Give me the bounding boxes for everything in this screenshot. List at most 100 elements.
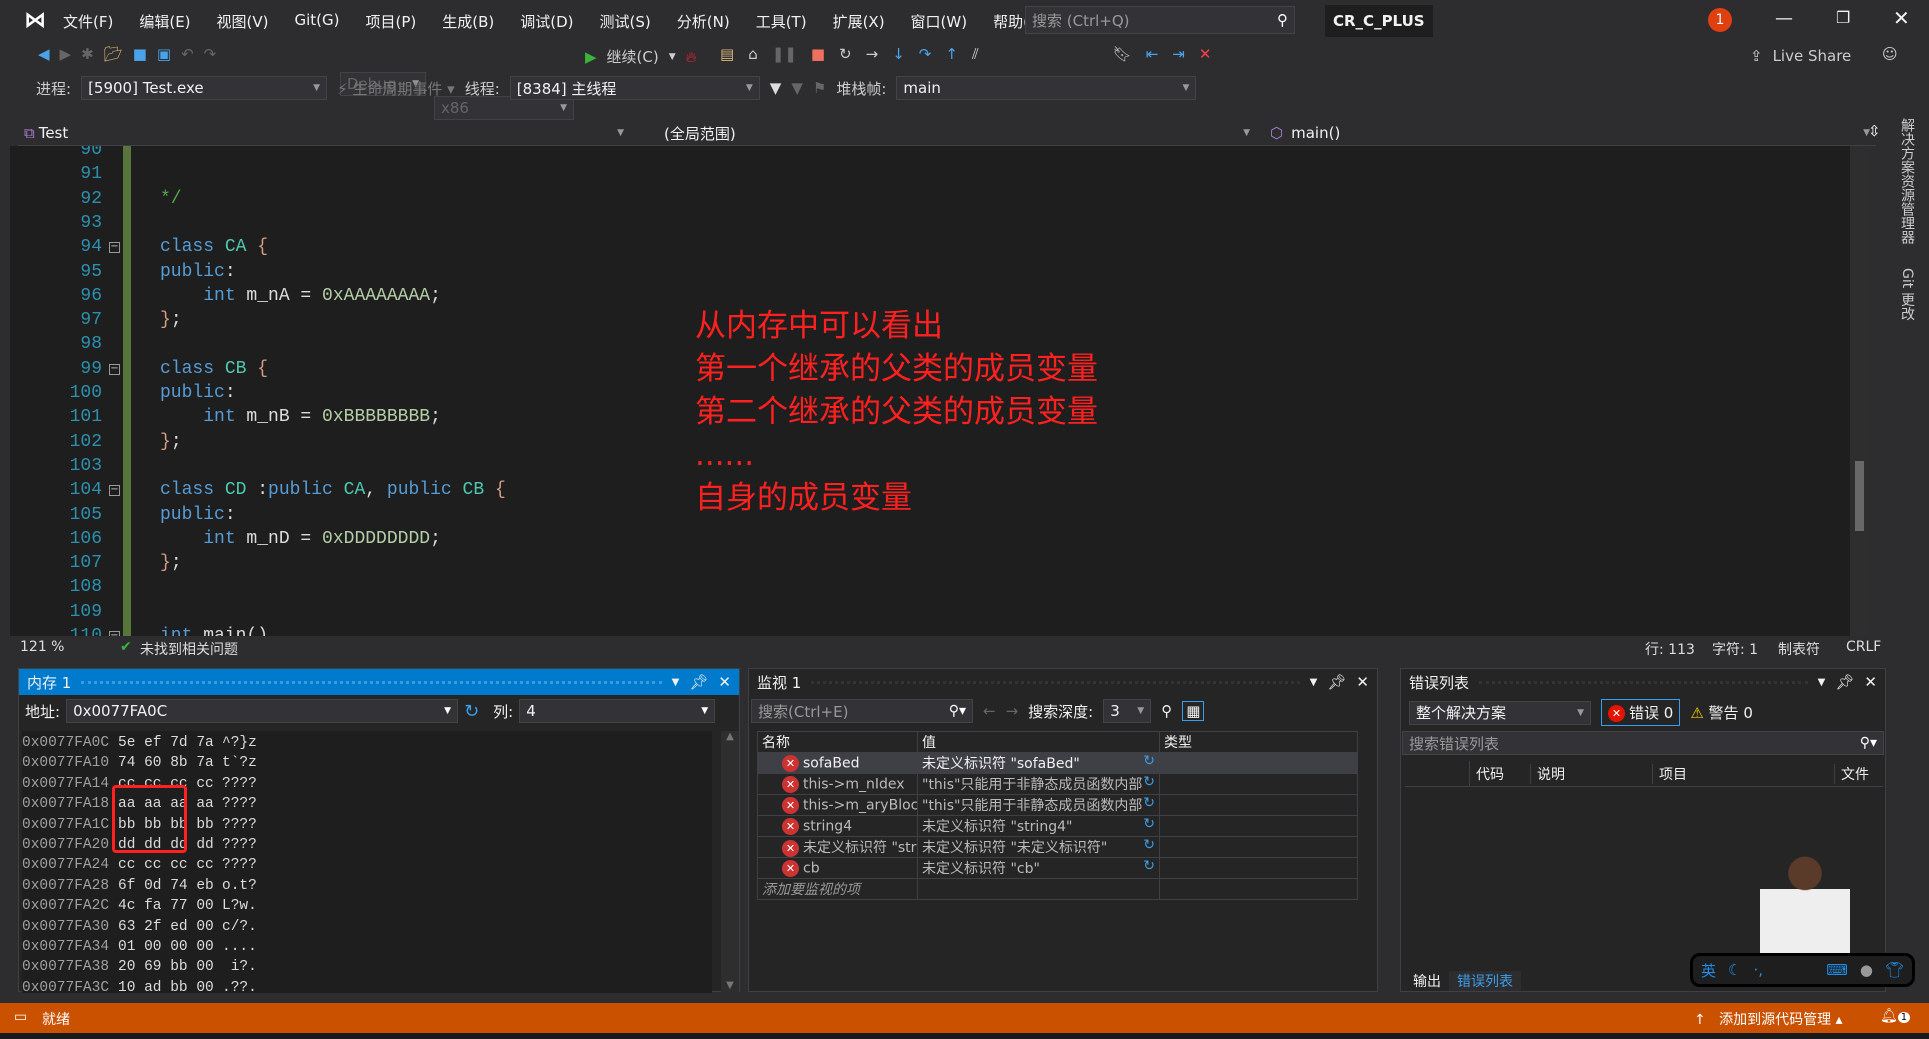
menu-file[interactable]: 文件(F) [63, 11, 113, 32]
new-project-icon[interactable]: ✱ [81, 45, 94, 63]
add-watch-placeholder[interactable]: 添加要监视的项 [757, 878, 918, 900]
watch-search-input[interactable]: 搜索(Ctrl+E) ⚲▾ [751, 699, 973, 723]
depth-select[interactable]: 3 ▼ [1103, 699, 1152, 723]
project-select[interactable]: ⧉ Test ▼ [18, 121, 630, 145]
pin-icon[interactable]: 📌︎ [689, 673, 708, 691]
issues-status[interactable]: 未找到相关问题 [140, 639, 238, 659]
memory-scrollbar[interactable]: ▲ ▼ [721, 731, 739, 993]
errors-filter-button[interactable]: ✕ 错误 0 [1601, 699, 1681, 726]
watch-row[interactable]: ✕未定义标识符 "string... 未定义标识符 "未定义标识符" ↻ [757, 836, 1358, 858]
watch-name[interactable]: this->m_nIdex [803, 776, 905, 792]
menu-analyze[interactable]: 分析(N) [677, 11, 730, 32]
search-back-icon[interactable]: ← [983, 702, 996, 720]
source-control-button[interactable]: ↑ 添加到源代码管理 ▴ [1694, 1009, 1843, 1029]
side-tab-solution-explorer[interactable]: 解决方案资源管理器 [1897, 118, 1917, 244]
col-project[interactable]: 项目 [1652, 763, 1834, 784]
col-value[interactable]: 值 [917, 731, 1160, 753]
bell-icon[interactable]: 🔔︎ 1 [1880, 1008, 1911, 1024]
pin-filter-icon[interactable]: ⚲ [1161, 702, 1172, 720]
line-ending[interactable]: CRLF [1846, 639, 1881, 655]
browser-icon[interactable]: ⌂ [748, 45, 758, 63]
columns-select[interactable]: 4 ▼ [519, 699, 716, 723]
address-input[interactable]: 0x0077FA0C ▼ [66, 699, 459, 723]
refresh-icon[interactable]: ↻ [1143, 838, 1155, 854]
split-button[interactable]: ⇳ [1868, 122, 1881, 140]
menu-test[interactable]: 测试(S) [600, 11, 651, 32]
search-box[interactable]: 搜索 (Ctrl+Q) ⚲ [1025, 6, 1295, 34]
watch-name[interactable]: this->m_aryBlock [803, 797, 917, 813]
continue-button[interactable]: ▶ 继续(C) ▼ 🔥︎ [585, 46, 697, 67]
tabs-mode[interactable]: 制表符 [1778, 639, 1820, 659]
forward-icon[interactable]: ▶ [60, 45, 72, 63]
live-share-button[interactable]: ⇪ Live Share [1750, 47, 1851, 65]
process-select[interactable]: [5900] Test.exe ▼ [81, 76, 328, 100]
tab-output[interactable]: 输出 [1405, 971, 1449, 991]
col-file[interactable]: 文件 [1834, 763, 1869, 784]
clear-bookmark-icon[interactable]: ✕ [1199, 45, 1212, 63]
step-out-icon[interactable]: ↑ [945, 45, 958, 63]
prev-bookmark-icon[interactable]: ⇤ [1146, 45, 1159, 63]
notification-badge[interactable]: 1 [1708, 8, 1732, 32]
undo-icon[interactable]: ↶ [181, 45, 194, 63]
menu-view[interactable]: 视图(V) [217, 11, 269, 32]
collapse-toggle[interactable]: − [109, 485, 120, 497]
scope-filter-select[interactable]: 整个解决方案 ▼ [1409, 700, 1591, 725]
step-into-icon[interactable]: ↓ [892, 45, 905, 63]
search-forward-icon[interactable]: → [1006, 702, 1019, 720]
save-all-icon[interactable]: ▣ [157, 45, 171, 63]
dropdown-icon[interactable]: ▼ [672, 677, 680, 688]
ime-skin-icon[interactable]: 👕︎ [1885, 961, 1904, 979]
refresh-icon[interactable]: ↻ [1143, 796, 1155, 812]
save-icon[interactable]: ■ [133, 45, 147, 63]
watch-row[interactable]: ✕ this->m_aryBlock "this"只能用于非静态成员函数内部 ↻ [757, 794, 1358, 816]
close-button[interactable]: ✕ [1893, 6, 1910, 30]
thread-select[interactable]: [8384] 主线程 ▼ [509, 76, 760, 100]
watch-name[interactable]: cb [803, 860, 820, 876]
redo-icon[interactable]: ↷ [204, 45, 217, 63]
ime-user-icon[interactable]: ● [1860, 961, 1873, 979]
col-code[interactable]: 代码 [1470, 764, 1530, 784]
collapse-toggle[interactable]: − [109, 363, 120, 375]
member-select[interactable]: ⬡ main() ▼ [1264, 121, 1876, 145]
restart-icon[interactable]: ↻ [839, 45, 852, 63]
watch-name[interactable]: 未定义标识符 "string... [803, 840, 917, 856]
watch-row[interactable]: ✕ cb 未定义标识符 "cb" ↻ [757, 857, 1358, 879]
editor-scrollbar[interactable] [1850, 146, 1868, 636]
watch-row[interactable]: ✕ sofaBed 未定义标识符 "sofaBed" ↻ [757, 752, 1358, 774]
ime-punct-icon[interactable]: ·, [1753, 961, 1763, 979]
add-watch-row[interactable]: 添加要监视的项 [757, 878, 1358, 900]
menu-tools[interactable]: 工具(T) [756, 11, 807, 32]
filter-icon[interactable]: ▼ [770, 79, 782, 97]
ime-toolbar[interactable]: 英 ☾ ·, ⌨ ● 👕︎ [1690, 953, 1915, 987]
error-search-input[interactable]: 搜索错误列表 ⚲▾ [1402, 731, 1884, 755]
tab-error-list[interactable]: 错误列表 [1449, 971, 1521, 991]
refresh-icon[interactable]: ↻ [1143, 817, 1155, 833]
lifecycle-button[interactable]: ⚡ 生命周期事件 ▾ [337, 78, 455, 99]
flag-icon[interactable]: ⚑ [813, 79, 826, 97]
watch-row[interactable]: ✕ string4 未定义标识符 "string4" ↻ [757, 815, 1358, 837]
ime-keyboard-icon[interactable]: ⌨ [1826, 961, 1848, 979]
menu-window[interactable]: 窗口(W) [911, 11, 968, 32]
scope-select[interactable]: (全局范围) ▼ [636, 121, 1256, 145]
open-icon[interactable]: 📂︎ [104, 45, 123, 63]
pin-icon[interactable]: 📌︎ [1835, 673, 1854, 691]
refresh-icon[interactable]: ↻ [1143, 754, 1155, 770]
menu-project[interactable]: 项目(P) [366, 11, 417, 32]
bookmark-icon[interactable]: 🔖︎ [1113, 45, 1132, 63]
refresh-icon[interactable]: ↻ [464, 701, 479, 722]
menu-extensions[interactable]: 扩展(X) [833, 11, 885, 32]
show-next-icon[interactable]: → [866, 45, 879, 63]
menu-edit[interactable]: 编辑(E) [139, 11, 190, 32]
stop-icon[interactable]: ■ [811, 45, 825, 63]
restore-button[interactable]: ❐ [1836, 8, 1850, 27]
warnings-filter-button[interactable]: ⚠ 警告 0 [1690, 702, 1753, 723]
close-icon[interactable]: ✕ [1356, 673, 1369, 691]
ime-moon-icon[interactable]: ☾ [1728, 961, 1741, 979]
side-tab-git-changes[interactable]: Git 更改 [1897, 268, 1917, 321]
menu-debug[interactable]: 调试(D) [520, 11, 573, 32]
watch-name[interactable]: sofaBed [803, 755, 859, 771]
flag-filter-icon[interactable]: ▼ [791, 79, 803, 97]
scroll-thumb[interactable] [1855, 461, 1864, 531]
hot-reload-icon[interactable]: 🔥︎ [686, 48, 697, 66]
pin-icon[interactable]: 📌︎ [1327, 673, 1346, 691]
